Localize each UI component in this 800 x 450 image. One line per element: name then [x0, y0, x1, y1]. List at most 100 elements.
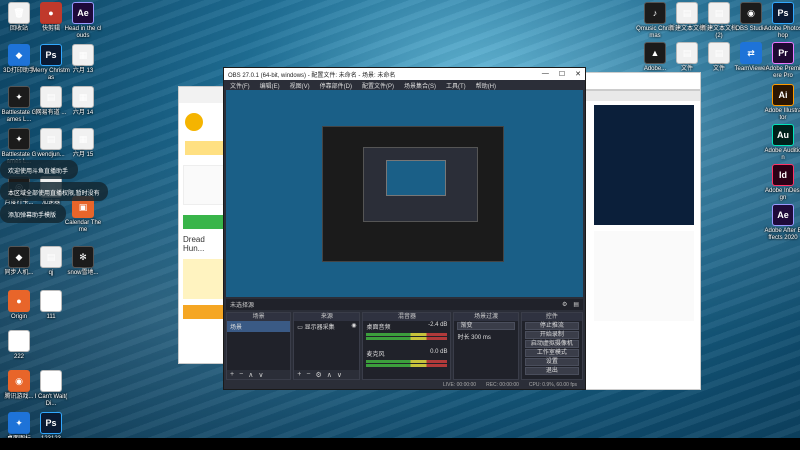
toast-permission[interactable]: 本区域全部使用直播权限,暂时没有 — [0, 182, 108, 201]
desktop-icon-mp3-111[interactable]: MP3 111 — [32, 290, 70, 321]
desktop-icon-mp3-222[interactable]: MP3 222 — [0, 330, 38, 361]
transitions-header: 场景过渡 — [454, 313, 518, 321]
obs-docks: 场景 场景 + − ∧ ∨ 来源 ▭ 显示器采集 ◉ + − ⚙ ∧ ∨ 混音器 桌面音频 -2… — [226, 312, 583, 380]
down-icon[interactable]: ∨ — [337, 371, 342, 379]
recursive-preview-2 — [363, 147, 478, 222]
desktop-icon-mp3-cant[interactable]: MP3 I Can't Wait( Di... — [32, 370, 70, 408]
controls-header: 控件 — [521, 313, 582, 321]
desktop-icon-label: 六月 13 — [72, 68, 94, 74]
studio-mode-button[interactable]: 工作室模式 — [524, 349, 579, 357]
obs-titlebar[interactable]: OBS 27.0.1 (64-bit, windows) - 配置文件: 未命名… — [224, 68, 585, 80]
gear-icon[interactable]: ⚙ — [315, 371, 321, 379]
scene-item[interactable]: 场景 — [227, 321, 291, 332]
kuaizhan-icon: ● — [40, 2, 62, 24]
desktop-icon-snow[interactable]: ✻ snow雪地... — [64, 246, 102, 277]
source-item[interactable]: ▭ 显示器采集 ◉ — [294, 321, 359, 332]
sources-header: 来源 — [294, 313, 360, 321]
mp3-222-icon: MP3 — [8, 330, 30, 352]
mixer-dock: 混音器 桌面音频 -2.4 dB 麦克风 0.0 dB — [362, 312, 452, 380]
background-browser-right[interactable] — [583, 90, 701, 390]
toast-template[interactable]: 添加弹幕助手模版 — [0, 204, 66, 223]
add-icon[interactable]: + — [230, 371, 234, 378]
adobe-right-icon: ▲ — [644, 42, 666, 64]
minimize-icon[interactable]: — — [542, 70, 549, 78]
desktop-icon-label: Calendar Theme — [64, 220, 102, 233]
up-icon[interactable]: ∧ — [327, 371, 332, 379]
right-browser-titlebar[interactable] — [583, 72, 701, 90]
remove-icon[interactable]: − — [306, 371, 310, 378]
stop-streaming-button[interactable]: 停止推流 — [524, 322, 579, 330]
wangyi-icon: ▤ — [40, 86, 62, 108]
desktop-icon-au-right[interactable]: Au Adobe Audition — [764, 124, 800, 162]
menu-profile[interactable]: 配置文件(P) — [362, 81, 394, 90]
desktop-icon-label: 六月 14 — [72, 110, 94, 116]
start-recording-button[interactable]: 开始录制 — [524, 331, 579, 339]
menu-edit[interactable]: 编辑(E) — [260, 81, 280, 90]
maximize-icon[interactable]: ☐ — [559, 70, 565, 78]
menu-docks[interactable]: 停靠部件(D) — [320, 81, 352, 90]
toast-welcome[interactable]: 欢迎使用斗鱼直播助手 — [0, 160, 78, 179]
id-right-icon: Id — [772, 164, 794, 186]
desktop-audio-meter-2[interactable] — [366, 337, 448, 340]
mixer-header: 混音器 — [363, 313, 451, 321]
wendjun-icon: ▤ — [40, 128, 62, 150]
steam-icon: ◉ — [8, 370, 30, 392]
desktop-icon-liuyue-14[interactable]: ▦ 六月 14 — [64, 86, 102, 117]
desktop-icon-ae-head[interactable]: Ae Head in the clouds — [64, 2, 102, 40]
scenes-dock: 场景 场景 + − ∧ ∨ — [226, 312, 292, 380]
duration-input[interactable]: 300 ms — [471, 335, 491, 341]
menu-view[interactable]: 视图(V) — [290, 81, 310, 90]
settings-button[interactable]: 设置 — [524, 358, 579, 366]
exit-button[interactable]: 退出 — [524, 367, 579, 375]
obs-menubar: 文件(F) 编辑(E) 视图(V) 停靠部件(D) 配置文件(P) 场景集合(S… — [224, 80, 585, 90]
desktop-icon-label: Adobe Illustrator — [764, 108, 800, 121]
rec-status: REC: 00:00:00 — [486, 382, 519, 388]
desktop-icon-id-right[interactable]: Id Adobe InDesign — [764, 164, 800, 202]
start-virtual-camera-button[interactable]: 启动虚拟摄像机 — [524, 340, 579, 348]
mic-audio-meter[interactable] — [366, 360, 448, 363]
obs-studio-icon: ◉ — [740, 2, 762, 24]
desktop-icon-liuyue-13[interactable]: ▦ 六月 13 — [64, 44, 102, 75]
controls-dock: 控件 停止推流 开始录制 启动虚拟摄像机 工作室模式 设置 退出 — [520, 312, 583, 380]
down-icon[interactable]: ∨ — [258, 371, 263, 379]
remove-icon[interactable]: − — [239, 371, 243, 378]
transition-duration: 时长 300 ms — [457, 335, 491, 341]
obs-window[interactable]: OBS 27.0.1 (64-bit, windows) - 配置文件: 未命名… — [223, 67, 586, 390]
new-doc-1-icon: ▤ — [676, 2, 698, 24]
transition-type-select[interactable]: 渐变 — [457, 322, 515, 330]
menu-help[interactable]: 帮助(H) — [476, 81, 496, 90]
obs-preview[interactable] — [226, 90, 583, 297]
desktop-icon-ae-right[interactable]: Ae Adobe After Effects 2020 — [764, 204, 800, 242]
ps-123-icon: Ps — [40, 412, 62, 434]
win-app-icon: ✦ — [8, 412, 30, 434]
filters-icon[interactable]: ▤ — [573, 301, 579, 308]
eye-icon[interactable]: ◉ — [351, 322, 356, 329]
cpu-status: CPU: 0.9%, 60.00 fps — [528, 382, 577, 388]
desktop-icon-ps-right[interactable]: Ps Adobe Photoshop — [764, 2, 800, 40]
ai-right-icon: Ai — [772, 84, 794, 106]
add-icon[interactable]: + — [297, 371, 301, 378]
3d-app-icon: ◆ — [8, 44, 30, 66]
ae-right-icon: Ae — [772, 204, 794, 226]
mixer-channel-desktop: 桌面音频 -2.4 dB — [366, 322, 448, 331]
desktop-icon-ai-right[interactable]: Ai Adobe Illustrator — [764, 84, 800, 122]
menu-scene-collection[interactable]: 场景集合(S) — [404, 81, 436, 90]
desktop-audio-meter[interactable] — [366, 333, 448, 336]
liuyue-13-icon: ▦ — [72, 44, 94, 66]
scenes-header: 场景 — [227, 313, 291, 321]
properties-icon[interactable]: ⚙ — [562, 301, 567, 308]
desktop-icon-calendar[interactable]: ▣ Calendar Theme — [64, 196, 102, 234]
menu-tools[interactable]: 工具(T) — [446, 81, 466, 90]
menu-file[interactable]: 文件(F) — [230, 81, 250, 90]
desktop-icon-pr-right[interactable]: Pr Adobe Premiere Pro — [764, 42, 800, 80]
close-icon[interactable]: ✕ — [575, 70, 581, 78]
mp3-111-icon: MP3 — [40, 290, 62, 312]
desktop-icon-label: Adobe InDesign — [764, 188, 800, 201]
au-right-icon: Au — [772, 124, 794, 146]
desktop-icon-label: I Can't Wait( Di... — [34, 394, 68, 407]
qq-music-icon: ♪ — [644, 2, 666, 24]
mic-audio-meter-2[interactable] — [366, 364, 448, 367]
up-icon[interactable]: ∧ — [248, 371, 253, 379]
desktop-icon-liuyue-15[interactable]: ▦ 六月 15 — [64, 128, 102, 159]
recursive-preview-3 — [386, 160, 446, 196]
